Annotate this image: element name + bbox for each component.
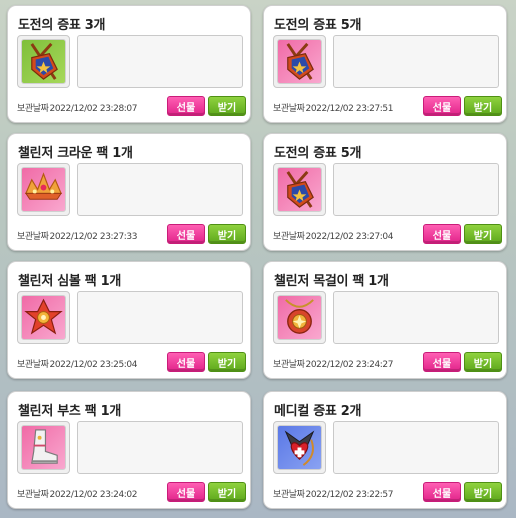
storage-date: 보관날짜2022/12/02 23:27:04 [273, 229, 393, 242]
item-title: 메디컬 증표 2개 [274, 404, 362, 419]
storage-date-value: 2022/12/02 23:22:57 [305, 490, 394, 500]
storage-item-card: 챌린저 크라운 팩 1개 보관날짜2022/12/02 23:27:33 선물 … [7, 133, 251, 251]
storage-date-label: 보관날짜 [17, 490, 49, 500]
storage-item-card: 도전의 증표 5개 보관날짜2022/12/02 23:27:04 선물 받기 [263, 133, 507, 251]
symbol-icon [21, 295, 66, 340]
storage-date-value: 2022/12/02 23:27:33 [49, 232, 138, 242]
storage-date-value: 2022/12/02 23:24:27 [305, 360, 394, 370]
item-icon-frame [273, 421, 326, 474]
message-box [77, 35, 243, 88]
storage-date-label: 보관날짜 [273, 104, 305, 114]
item-icon-frame [17, 421, 70, 474]
storage-date: 보관날짜2022/12/02 23:24:27 [273, 357, 393, 370]
medical-emblem-icon [277, 425, 322, 470]
storage-grid: 도전의 증표 3개 보관날짜2022/12/02 23:28:07 선물 받기 … [0, 0, 516, 518]
gift-button[interactable]: 선물 [423, 482, 461, 502]
message-box [333, 291, 499, 344]
storage-date-value: 2022/12/02 23:27:04 [305, 232, 394, 242]
gift-button[interactable]: 선물 [167, 96, 205, 116]
item-title: 도전의 증표 5개 [274, 146, 362, 161]
item-title: 도전의 증표 5개 [274, 18, 362, 33]
storage-date: 보관날짜2022/12/02 23:27:51 [273, 101, 393, 114]
item-icon-frame [273, 291, 326, 344]
boots-icon [21, 425, 66, 470]
necklace-icon [277, 295, 322, 340]
storage-date: 보관날짜2022/12/02 23:24:02 [17, 487, 137, 500]
item-icon-frame [17, 35, 70, 88]
challenge-emblem-icon [277, 167, 322, 212]
receive-button[interactable]: 받기 [208, 352, 246, 372]
storage-item-card: 챌린저 부츠 팩 1개 보관날짜2022/12/02 23:24:02 선물 받… [7, 391, 251, 509]
gift-button[interactable]: 선물 [167, 224, 205, 244]
message-box [333, 35, 499, 88]
message-box [77, 291, 243, 344]
gift-button[interactable]: 선물 [423, 224, 461, 244]
storage-date: 보관날짜2022/12/02 23:28:07 [17, 101, 137, 114]
message-box [333, 163, 499, 216]
storage-date-value: 2022/12/02 23:27:51 [305, 104, 394, 114]
gift-button[interactable]: 선물 [167, 482, 205, 502]
crown-icon [21, 167, 66, 212]
storage-item-card: 도전의 증표 3개 보관날짜2022/12/02 23:28:07 선물 받기 [7, 5, 251, 123]
message-box [77, 163, 243, 216]
storage-date-label: 보관날짜 [273, 490, 305, 500]
storage-date-value: 2022/12/02 23:28:07 [49, 104, 138, 114]
message-box [333, 421, 499, 474]
receive-button[interactable]: 받기 [208, 224, 246, 244]
storage-date: 보관날짜2022/12/02 23:22:57 [273, 487, 393, 500]
item-title: 도전의 증표 3개 [18, 18, 106, 33]
storage-item-card: 챌린저 목걸이 팩 1개 보관날짜2022/12/02 23:24:27 선물 … [263, 261, 507, 379]
receive-button[interactable]: 받기 [208, 482, 246, 502]
receive-button[interactable]: 받기 [464, 482, 502, 502]
storage-date-value: 2022/12/02 23:25:04 [49, 360, 138, 370]
gift-button[interactable]: 선물 [423, 96, 461, 116]
storage-date-label: 보관날짜 [17, 104, 49, 114]
gift-button[interactable]: 선물 [423, 352, 461, 372]
storage-date-label: 보관날짜 [17, 232, 49, 242]
item-title: 챌린저 심볼 팩 1개 [18, 274, 122, 289]
receive-button[interactable]: 받기 [464, 96, 502, 116]
storage-date: 보관날짜2022/12/02 23:27:33 [17, 229, 137, 242]
receive-button[interactable]: 받기 [464, 352, 502, 372]
storage-date-label: 보관날짜 [273, 232, 305, 242]
storage-date: 보관날짜2022/12/02 23:25:04 [17, 357, 137, 370]
storage-date-label: 보관날짜 [17, 360, 49, 370]
storage-item-card: 메디컬 증표 2개 보관날짜2022/12/02 23:22:57 선물 받기 [263, 391, 507, 509]
item-icon-frame [17, 291, 70, 344]
item-icon-frame [17, 163, 70, 216]
challenge-emblem-icon [277, 39, 322, 84]
item-icon-frame [273, 35, 326, 88]
item-icon-frame [273, 163, 326, 216]
receive-button[interactable]: 받기 [208, 96, 246, 116]
storage-item-card: 챌린저 심볼 팩 1개 보관날짜2022/12/02 23:25:04 선물 받… [7, 261, 251, 379]
item-title: 챌린저 크라운 팩 1개 [18, 146, 133, 161]
gift-button[interactable]: 선물 [167, 352, 205, 372]
storage-date-label: 보관날짜 [273, 360, 305, 370]
item-title: 챌린저 부츠 팩 1개 [18, 404, 122, 419]
item-title: 챌린저 목걸이 팩 1개 [274, 274, 389, 289]
receive-button[interactable]: 받기 [464, 224, 502, 244]
message-box [77, 421, 243, 474]
storage-date-value: 2022/12/02 23:24:02 [49, 490, 138, 500]
storage-item-card: 도전의 증표 5개 보관날짜2022/12/02 23:27:51 선물 받기 [263, 5, 507, 123]
challenge-emblem-icon [21, 39, 66, 84]
